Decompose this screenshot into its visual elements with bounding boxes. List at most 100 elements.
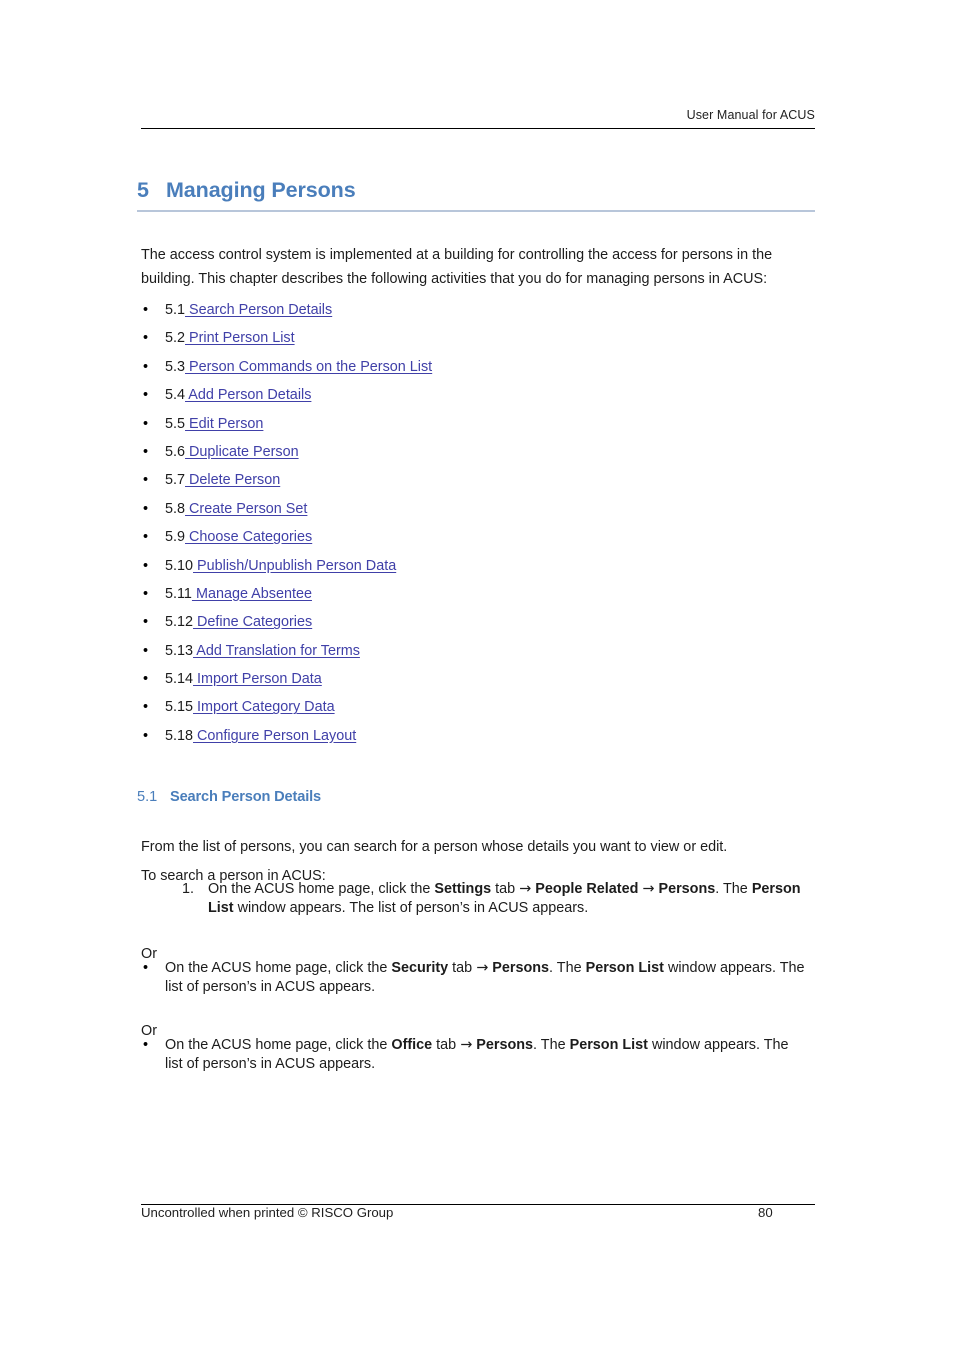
bullet-icon: • <box>143 614 149 631</box>
alt-text-2: tab <box>432 1037 461 1053</box>
toc-number: 5.4 <box>165 387 186 404</box>
list-item[interactable]: • 5.12 Define Categories <box>141 613 815 641</box>
list-item[interactable]: • 5.14 Import Person Data <box>141 670 815 698</box>
toc-link[interactable]: Import Person Data <box>193 671 322 687</box>
toc-link[interactable]: Add Translation for Terms <box>193 643 360 659</box>
chapter-heading: 5 Managing Persons <box>137 178 815 212</box>
list-item[interactable]: • 5.15 Import Category Data <box>141 698 815 726</box>
toc-link[interactable]: Person Commands on the Person List <box>185 359 432 375</box>
list-item: 1. On the ACUS home page, click the Setti… <box>182 880 805 919</box>
alt-text-2: tab <box>448 960 477 976</box>
bullet-icon: • <box>143 415 149 432</box>
list-item[interactable]: • 5.3 Person Commands on the Person List <box>141 358 815 386</box>
list-item[interactable]: • 5.9 Choose Categories <box>141 528 815 556</box>
alt-bold-person-list: Person List <box>569 1037 648 1053</box>
list-item[interactable]: • 5.1 Search Person Details <box>141 301 815 329</box>
toc-link[interactable]: Print Person List <box>185 330 295 346</box>
alt-text-1: On the ACUS home page, click the <box>165 1037 392 1053</box>
arrow-icon: → <box>519 881 532 897</box>
toc-link[interactable]: Configure Person Layout <box>193 728 356 744</box>
search-steps-list: 1. On the ACUS home page, click the Setti… <box>182 880 805 919</box>
list-item[interactable]: • 5.7 Delete Person <box>141 471 815 499</box>
bullet-icon: • <box>143 500 149 517</box>
section-title: Search Person Details <box>170 789 321 805</box>
list-item[interactable]: • 5.2 Print Person List <box>141 329 815 357</box>
toc-number: 5.1 <box>165 302 186 318</box>
bullet-icon: • <box>143 387 149 404</box>
toc-number: 5.18 <box>165 727 194 744</box>
chapter-heading-row: 5 Managing Persons <box>137 178 815 203</box>
toc-link[interactable]: Delete Person <box>185 472 280 488</box>
step-bold-people-related: People Related <box>531 881 643 897</box>
toc-number: 5.7 <box>165 472 186 489</box>
toc-number: 5.14 <box>165 671 194 688</box>
bullet-icon: • <box>143 557 149 574</box>
arrow-icon: → <box>642 881 655 897</box>
alt-bold-security: Security <box>391 960 449 976</box>
list-item[interactable]: • 5.10 Publish/Unpublish Person Data <box>141 557 815 585</box>
bullet-icon: • <box>143 727 149 744</box>
page-footer: Uncontrolled when printed © RISCO Group … <box>141 1204 815 1227</box>
toc-link[interactable]: Publish/Unpublish Person Data <box>193 558 396 574</box>
alt-text-1: On the ACUS home page, click the <box>165 960 392 976</box>
step-text-2: tab <box>491 881 520 897</box>
section-intro-paragraph: From the list of persons, you can search… <box>141 839 728 856</box>
toc-link[interactable]: Duplicate Person <box>185 444 299 460</box>
toc-number: 5.15 <box>165 699 194 716</box>
chapter-heading-rule <box>137 210 815 212</box>
list-item[interactable]: • 5.11 Manage Absentee <box>141 585 815 613</box>
bullet-icon: • <box>143 960 149 976</box>
toc-link[interactable]: Define Categories <box>193 614 312 630</box>
arrow-icon: → <box>476 960 489 976</box>
toc-number: 5.6 <box>165 443 186 460</box>
alt-text-3: . The <box>549 960 586 976</box>
step-number: 1. <box>182 881 195 897</box>
list-item[interactable]: • 5.18 Configure Person Layout <box>141 727 815 755</box>
toc-number: 5.10 <box>165 557 194 574</box>
toc-link[interactable]: Manage Absentee <box>192 586 312 602</box>
alt-text-3: . The <box>533 1037 570 1053</box>
section-heading: 5.1 Search Person Details <box>137 789 815 805</box>
bullet-icon: • <box>143 1037 149 1053</box>
header-title: User Manual for ACUS <box>686 108 815 122</box>
toc-link[interactable]: Choose Categories <box>185 529 312 545</box>
toc-number: 5.3 <box>165 358 186 375</box>
bullet-icon: • <box>143 358 149 375</box>
list-item[interactable]: • 5.5 Edit Person <box>141 415 815 443</box>
chapter-number: 5 <box>137 178 149 202</box>
bullet-icon: • <box>143 472 149 489</box>
toc-link[interactable]: Import Category Data <box>193 699 335 715</box>
step-text-3: . The <box>715 881 752 897</box>
alt-bold-persons: Persons <box>472 1037 534 1053</box>
list-item[interactable]: • 5.4 Add Person Details <box>141 386 815 414</box>
chapter-contents-list: • 5.1 Search Person Details • 5.2 Print Pe… <box>141 301 815 755</box>
footer-copyright: Uncontrolled when printed © RISCO Group <box>141 1205 394 1220</box>
alt-bold-persons: Persons <box>488 960 550 976</box>
toc-link[interactable]: Add Person Details <box>185 387 311 403</box>
toc-link[interactable]: Search Person Details <box>185 302 332 318</box>
bullet-icon: • <box>143 330 149 347</box>
intro-paragraph: The access control system is implemented… <box>141 247 773 287</box>
list-item[interactable]: • 5.6 Duplicate Person <box>141 443 815 471</box>
page-header: User Manual for ACUS <box>141 108 815 129</box>
toc-number: 5.9 <box>165 529 186 546</box>
chapter-title: Managing Persons <box>166 178 356 202</box>
step-text-4: window appears. The list of person’s in … <box>233 900 589 917</box>
list-item[interactable]: • 5.13 Add Translation for Terms <box>141 642 815 670</box>
bullet-icon: • <box>143 671 149 688</box>
toc-number: 5.13 <box>165 642 194 659</box>
step-bold-persons: Persons <box>654 881 716 897</box>
toc-link[interactable]: Create Person Set <box>185 501 307 517</box>
toc-number: 5.8 <box>165 500 186 517</box>
bullet-icon: • <box>143 585 149 602</box>
toc-number: 5.5 <box>165 415 186 432</box>
bullet-icon: • <box>143 642 149 659</box>
list-item[interactable]: • 5.8 Create Person Set <box>141 500 815 528</box>
toc-link[interactable]: Edit Person <box>185 416 263 432</box>
section-number: 5.1 <box>137 789 158 805</box>
toc-number: 5.12 <box>165 614 194 631</box>
toc-number: 5.11 <box>165 585 192 602</box>
toc-number: 5.2 <box>165 330 186 347</box>
alternative-office-bullet: • On the ACUS home page, click the Office… <box>143 1036 805 1075</box>
step-bold-settings: Settings <box>434 881 492 897</box>
